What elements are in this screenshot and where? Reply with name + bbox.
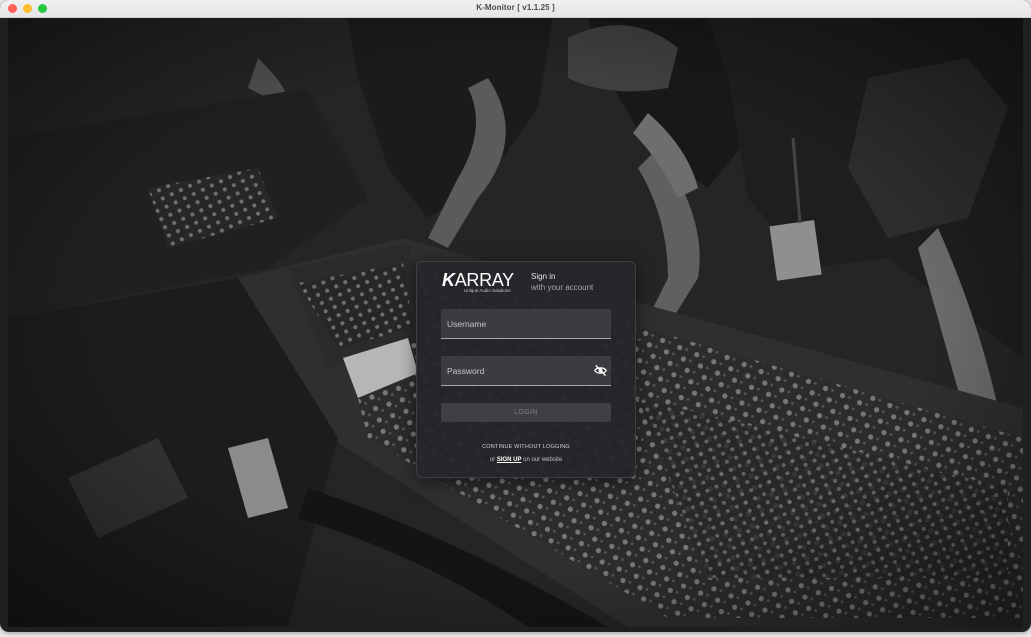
username-field [441,309,611,339]
continue-without-login-link[interactable]: CONTINUE WITHOUT LOGGING [417,444,635,450]
password-input[interactable] [441,356,611,385]
app-window: K-Monitor [ v1.1.25 ] KARRAY Unique Audi… [0,0,1031,632]
username-input[interactable] [441,309,611,338]
eye-off-icon[interactable] [594,364,607,377]
background-photo: KARRAY Unique Audio Solutions Sign in wi… [8,18,1023,627]
k-array-logo: KARRAY Unique Audio Solutions [442,270,514,293]
signup-line: or SIGN UP on our website [489,457,563,463]
signin-subtitle: with your account [531,283,594,292]
password-field [441,356,611,386]
signin-title: Sign in [531,272,556,281]
login-panel: KARRAY Unique Audio Solutions Sign in wi… [416,261,636,478]
window-title: K-Monitor [ v1.1.25 ] [476,3,555,12]
logo-tagline: Unique Audio Solutions [464,288,511,293]
title-bar: K-Monitor [ v1.1.25 ] [0,0,1031,18]
signup-link[interactable]: SIGN UP [497,457,522,463]
login-button[interactable]: LOGIN [441,403,611,422]
